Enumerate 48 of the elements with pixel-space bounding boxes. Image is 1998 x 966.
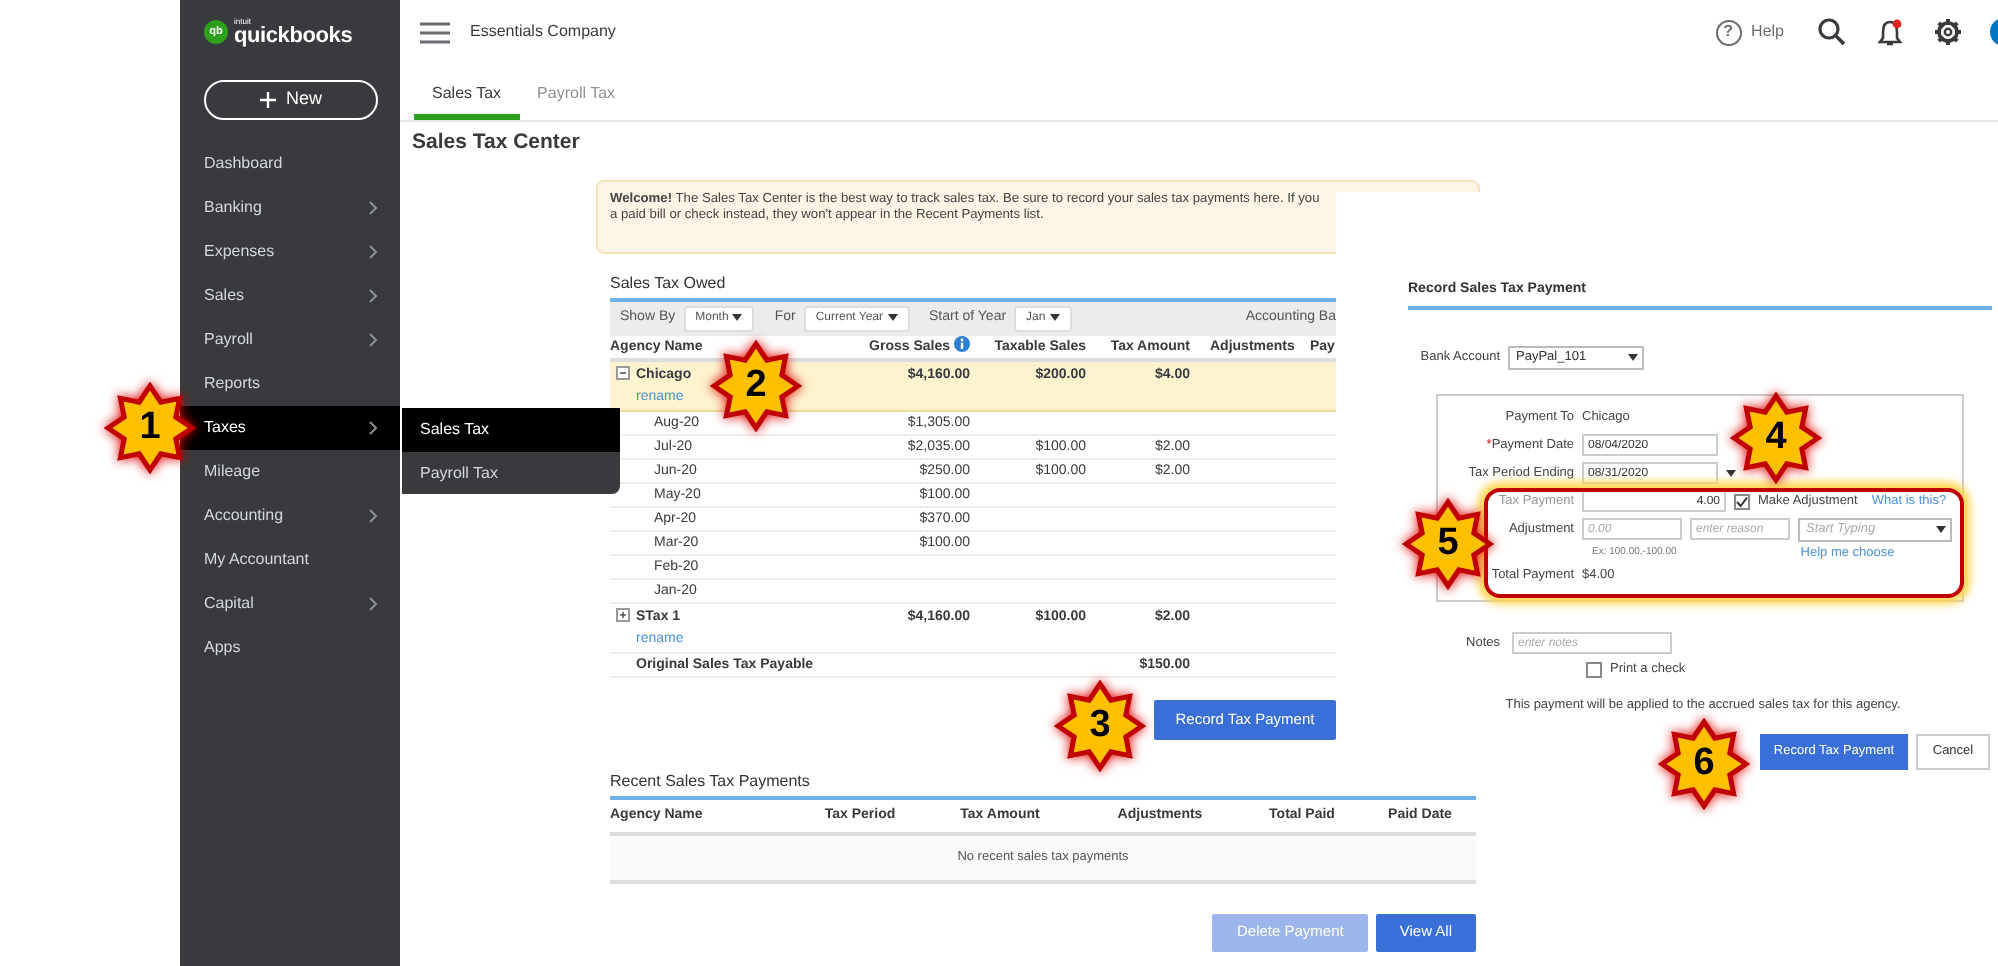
collapse-icon[interactable] (616, 366, 630, 381)
nav-item[interactable]: Payroll (180, 318, 400, 362)
callout-star: 3 (1054, 680, 1146, 772)
nav-item[interactable]: Capital (180, 582, 400, 626)
callout-star: 2 (710, 340, 802, 432)
info-icon[interactable] (954, 335, 970, 352)
chevron-icon (368, 420, 378, 436)
settings-icon[interactable] (1934, 18, 1962, 46)
search-icon[interactable] (1818, 18, 1846, 46)
brand-name: quickbooks (234, 25, 353, 47)
submenu-item[interactable]: Sales Tax (402, 408, 620, 452)
caret-icon (1049, 314, 1060, 323)
nav-item[interactable]: Accounting (180, 494, 400, 538)
help-icon[interactable]: ? (1715, 19, 1742, 45)
nav-item[interactable]: My Accountant (180, 538, 400, 582)
menu-icon[interactable] (420, 21, 450, 43)
expand-icon[interactable] (616, 608, 630, 623)
chevron-icon (368, 596, 378, 612)
checkbox[interactable] (1586, 662, 1602, 679)
nav-item[interactable]: Dashboard (180, 142, 400, 186)
chevron-icon (368, 332, 378, 348)
tab[interactable]: Sales Tax (414, 76, 520, 120)
page-title: Sales Tax Center (412, 128, 582, 158)
company-name: Essentials Company (470, 20, 616, 44)
plus-icon (259, 92, 276, 108)
checkbox[interactable] (1734, 493, 1750, 509)
caret-icon (1936, 525, 1946, 533)
bell-icon[interactable] (1876, 17, 1904, 47)
help-link[interactable]: Help (1751, 20, 1784, 44)
chevron-icon (368, 508, 378, 524)
callout-star: 1 (104, 382, 196, 474)
caret-icon (1726, 469, 1736, 477)
nav-item[interactable]: Taxes (180, 406, 400, 450)
nav-item[interactable]: Expenses (180, 230, 400, 274)
caret-icon (1628, 353, 1638, 361)
callout-star: 6 (1658, 718, 1750, 810)
caret-icon (887, 314, 898, 323)
nav-item[interactable]: Apps (180, 626, 400, 670)
chevron-icon (368, 200, 378, 216)
new-button[interactable]: New (204, 80, 378, 120)
submenu-item[interactable]: Payroll Tax (402, 452, 620, 494)
nav-item[interactable]: Banking (180, 186, 400, 230)
callout-star: 5 (1402, 498, 1494, 590)
chevron-icon (368, 288, 378, 304)
callout-star: 4 (1730, 392, 1822, 484)
nav-item[interactable]: Sales (180, 274, 400, 318)
chevron-icon (368, 244, 378, 260)
caret-icon (732, 314, 743, 323)
